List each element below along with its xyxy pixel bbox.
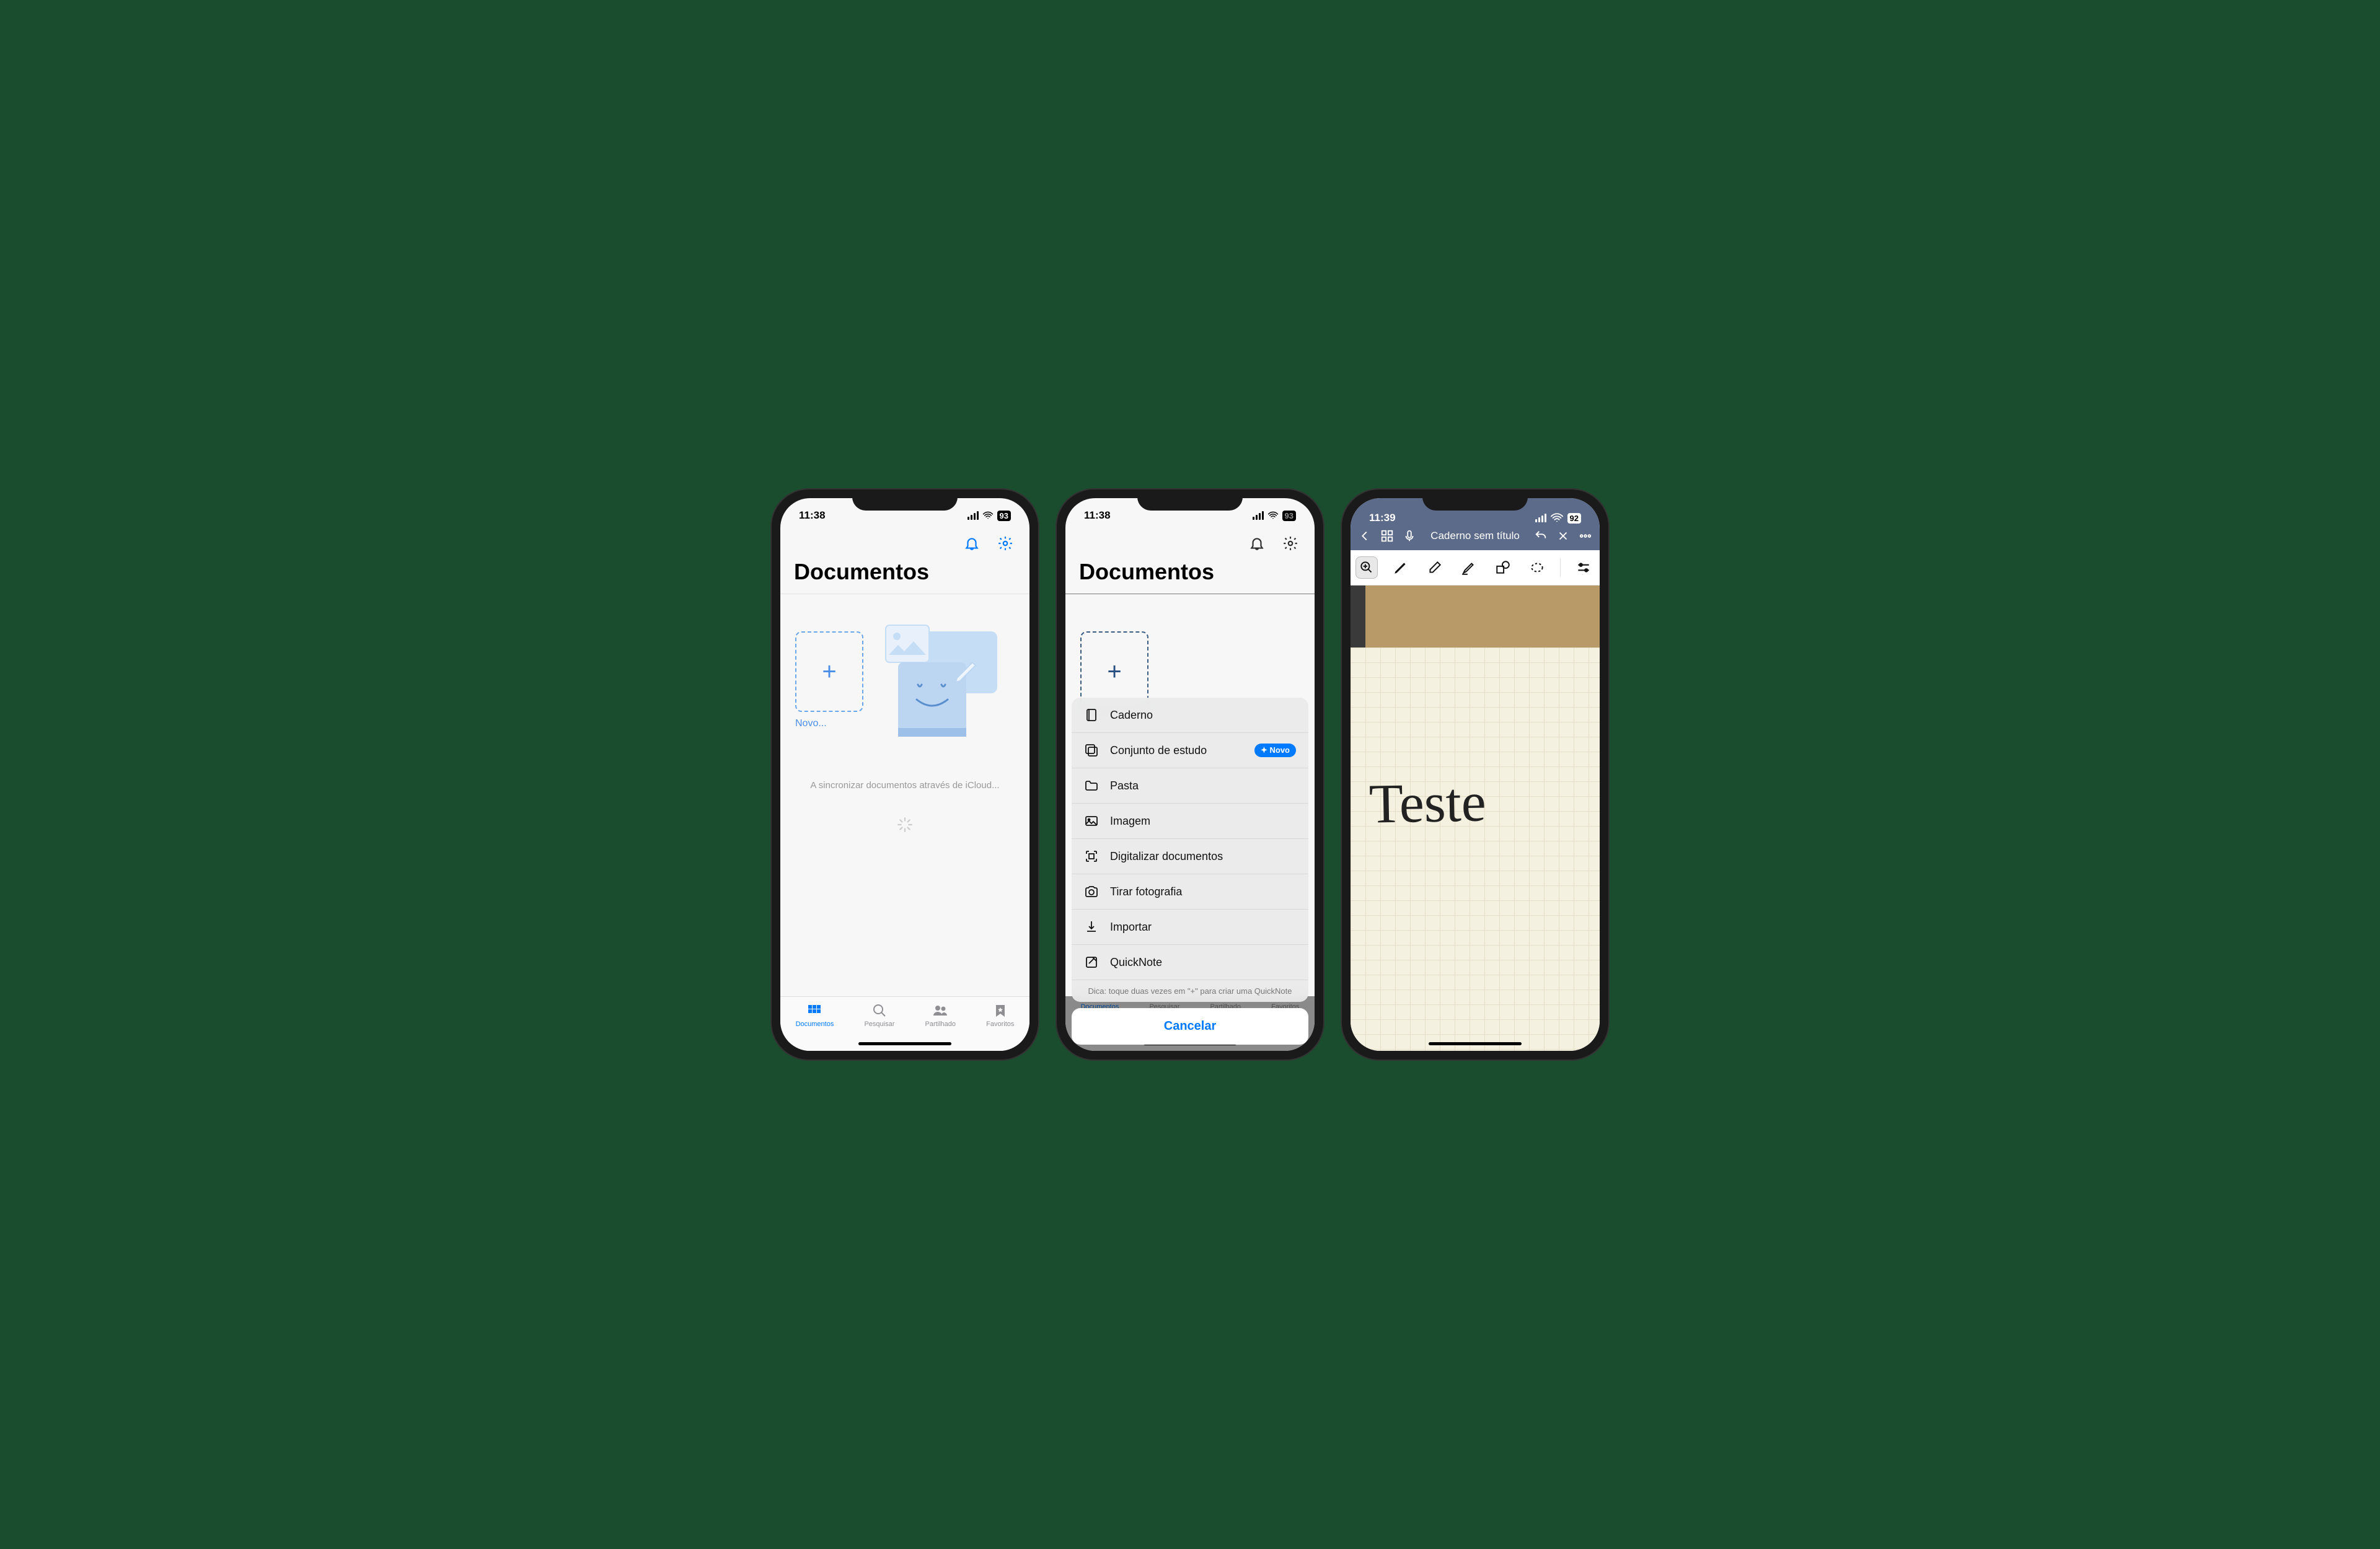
signal-icon — [967, 511, 979, 520]
notch — [1137, 489, 1243, 511]
tool-shapes[interactable] — [1492, 556, 1514, 579]
battery-icon: 92 — [1567, 513, 1581, 524]
status-time: 11:38 — [1084, 509, 1111, 522]
tool-settings[interactable] — [1572, 556, 1595, 579]
more-icon[interactable] — [1579, 529, 1592, 543]
notebook-title[interactable]: Caderno sem título — [1425, 530, 1525, 542]
new-document-button[interactable]: + — [795, 631, 863, 712]
tab-documents[interactable]: Documentos — [796, 1003, 834, 1051]
content-area: + Novo... — [780, 594, 1029, 898]
header-actions — [1065, 529, 1315, 559]
notch — [852, 489, 958, 511]
sync-status: A sincronizar documentos através de iClo… — [795, 779, 1015, 792]
status-indicators: 92 — [1535, 511, 1581, 525]
status-indicators: 93 — [967, 510, 1011, 521]
phone-2: 11:38 93 Documentos + Documentos Pesquis… — [1057, 489, 1323, 1060]
menu-label: Importar — [1110, 921, 1152, 934]
action-sheet: Caderno Conjunto de estudo ✦ Novo Pasta … — [1072, 698, 1308, 1045]
action-sheet-menu: Caderno Conjunto de estudo ✦ Novo Pasta … — [1072, 698, 1308, 1002]
tool-pen[interactable] — [1390, 556, 1412, 579]
new-badge: ✦ Novo — [1254, 744, 1296, 757]
scan-icon — [1084, 849, 1099, 864]
wifi-icon — [1550, 511, 1564, 525]
menu-label: Tirar fotografia — [1110, 885, 1182, 898]
gear-icon[interactable] — [997, 535, 1013, 551]
menu-label: Digitalizar documentos — [1110, 850, 1223, 863]
battery-icon: 93 — [1282, 511, 1296, 521]
plus-icon: + — [1107, 658, 1121, 686]
cards-icon — [1084, 743, 1099, 758]
signal-icon — [1535, 514, 1546, 522]
plus-icon: + — [822, 658, 836, 686]
menu-folder[interactable]: Pasta — [1072, 768, 1308, 804]
camera-icon — [1084, 884, 1099, 899]
tool-eraser[interactable] — [1424, 556, 1446, 579]
tab-label: Pesquisar — [864, 1020, 894, 1028]
menu-label: Caderno — [1110, 709, 1153, 722]
wifi-icon — [1267, 510, 1279, 521]
undo-icon[interactable] — [1534, 529, 1548, 543]
grid-icon[interactable] — [1380, 529, 1394, 543]
mic-icon[interactable] — [1403, 529, 1416, 543]
import-icon — [1084, 919, 1099, 934]
tab-favorites[interactable]: Favoritos — [986, 1003, 1014, 1051]
menu-scan[interactable]: Digitalizar documentos — [1072, 839, 1308, 874]
screen-action-sheet: 11:38 93 Documentos + Documentos Pesquis… — [1065, 498, 1315, 1051]
quicknote-icon — [1084, 955, 1099, 970]
page-title: Documentos — [1065, 559, 1315, 594]
folder-icon — [1084, 778, 1099, 793]
tool-lasso[interactable] — [1526, 556, 1548, 579]
menu-label: Conjunto de estudo — [1110, 744, 1207, 757]
home-indicator[interactable] — [858, 1042, 951, 1045]
notebook-icon — [1084, 708, 1099, 722]
status-indicators: 93 — [1253, 510, 1296, 521]
menu-notebook[interactable]: Caderno — [1072, 698, 1308, 733]
signal-icon — [1253, 511, 1264, 520]
notch — [1422, 489, 1528, 511]
status-time: 11:39 — [1369, 512, 1396, 524]
close-icon[interactable] — [1556, 529, 1570, 543]
menu-label: Imagem — [1110, 815, 1150, 828]
sheet-hint: Dica: toque duas vezes em "+" para criar… — [1072, 980, 1308, 1002]
menu-quicknote[interactable]: QuickNote — [1072, 945, 1308, 980]
notebook-cover — [1351, 586, 1600, 647]
back-icon[interactable] — [1358, 529, 1372, 543]
cancel-button[interactable]: Cancelar — [1072, 1008, 1308, 1045]
page-title: Documentos — [780, 559, 1029, 594]
phone-3: 11:39 92 Caderno sem título — [1342, 489, 1608, 1060]
spinner-icon — [897, 817, 913, 833]
menu-import[interactable]: Importar — [1072, 910, 1308, 945]
menu-photo[interactable]: Tirar fotografia — [1072, 874, 1308, 910]
tab-label: Favoritos — [986, 1020, 1014, 1028]
bell-icon[interactable] — [964, 535, 980, 551]
drawing-canvas[interactable]: Teste — [1351, 647, 1600, 1051]
screen-documents: 11:38 93 Documentos + Novo... — [780, 498, 1029, 1051]
menu-image[interactable]: Imagem — [1072, 804, 1308, 839]
status-time: 11:38 — [799, 509, 826, 522]
image-icon — [1084, 814, 1099, 828]
menu-label: Pasta — [1110, 779, 1139, 792]
divider — [1560, 558, 1561, 577]
battery-icon: 93 — [997, 511, 1011, 521]
wifi-icon — [982, 510, 994, 521]
tool-highlighter[interactable] — [1458, 556, 1480, 579]
tab-label: Documentos — [796, 1020, 834, 1028]
menu-label: QuickNote — [1110, 956, 1162, 969]
home-indicator[interactable] — [1429, 1042, 1522, 1045]
gear-icon — [1282, 535, 1298, 551]
tab-label: Partilhado — [925, 1020, 956, 1028]
handwritten-text: Teste — [1368, 770, 1486, 836]
header-actions — [780, 529, 1029, 559]
bell-icon — [1249, 535, 1265, 551]
screen-notebook: 11:39 92 Caderno sem título — [1351, 498, 1600, 1051]
menu-studyset[interactable]: Conjunto de estudo ✦ Novo — [1072, 733, 1308, 768]
drawing-toolbar — [1351, 550, 1600, 586]
tool-zoom[interactable] — [1355, 556, 1378, 579]
new-label: Novo... — [795, 718, 863, 729]
illustration — [867, 619, 1003, 746]
phone-1: 11:38 93 Documentos + Novo... — [772, 489, 1038, 1060]
